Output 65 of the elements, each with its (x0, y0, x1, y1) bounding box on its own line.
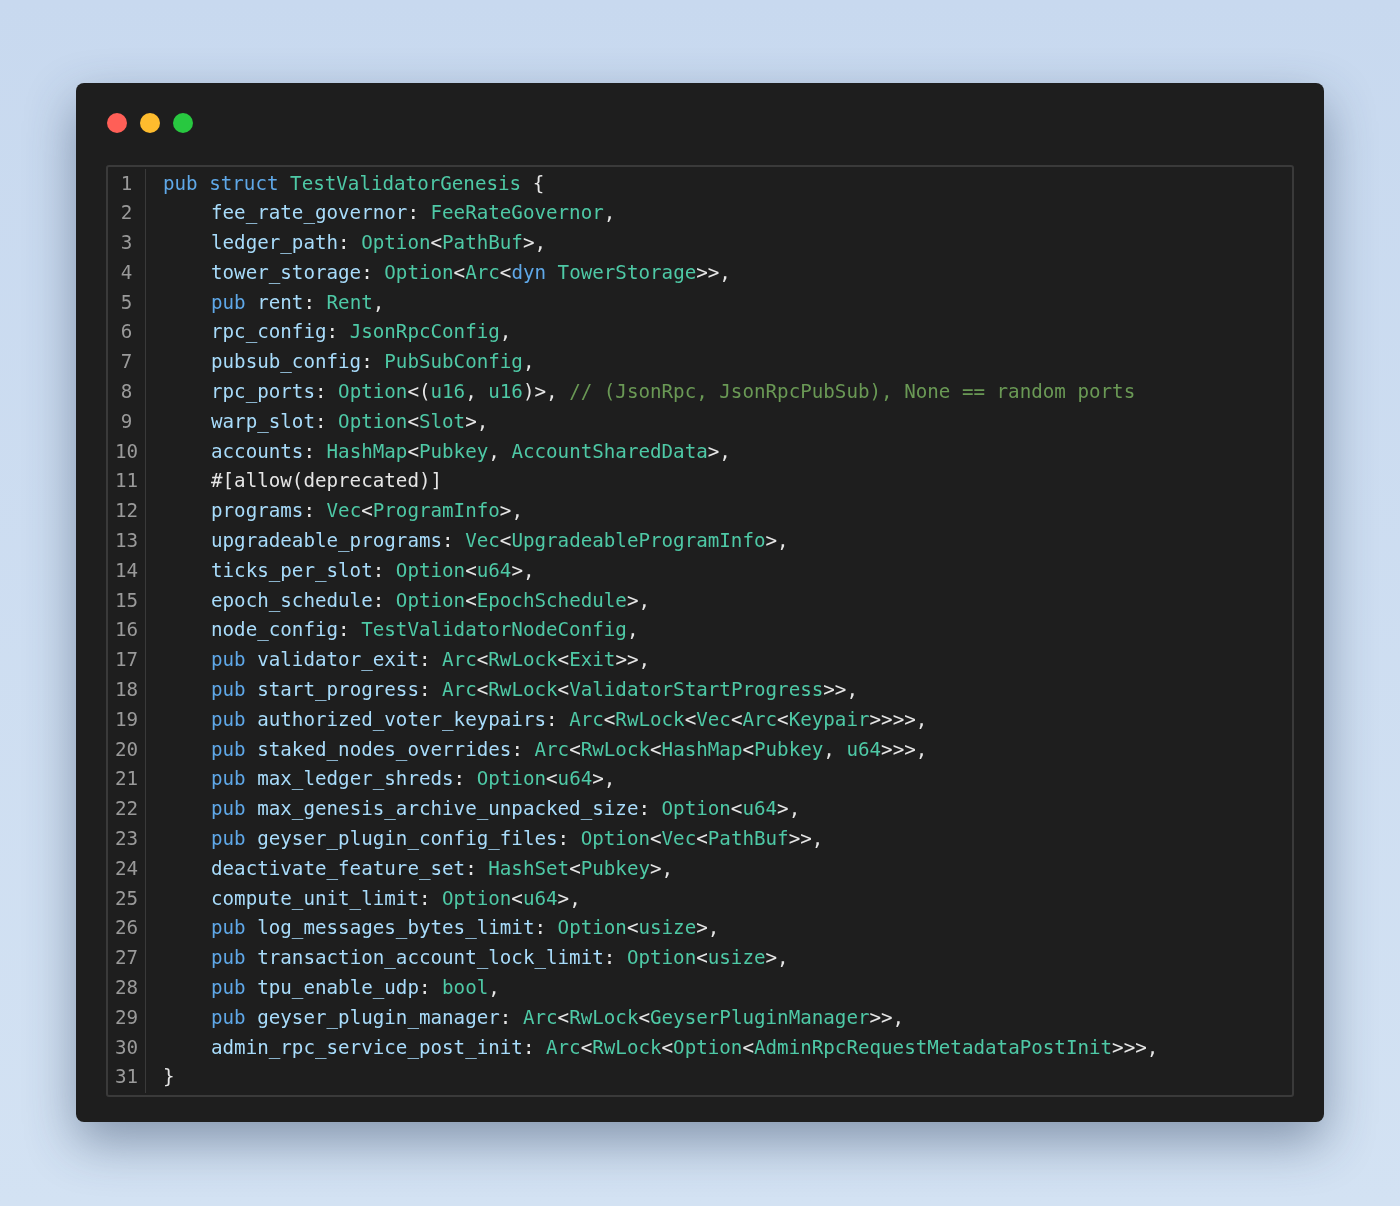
window-control-dot[interactable] (173, 113, 193, 133)
code-line: pub geyser_plugin_manager: Arc<RwLock<GeyserPluginManager>>, (210, 1004, 905, 1031)
code-line: upgradeable_programs: Vec<UpgradeableProgramInfo>, (210, 528, 789, 555)
line-number: 29 (108, 1003, 146, 1034)
code-line: pub tpu_enable_udp: bool, (210, 975, 500, 1001)
code-line: pub max_ledger_shreds: Option<u64>, (210, 766, 616, 793)
code-line: pub transaction_account_lock_limit: Option<usize>, (210, 945, 789, 972)
line-number: 22 (108, 794, 146, 825)
line-number: 12 (108, 496, 146, 527)
line-number: 24 (108, 854, 146, 885)
code-line: accounts: HashMap<Pubkey, AccountSharedData>, (210, 438, 731, 465)
line-number: 8 (108, 377, 146, 408)
line-number: 31 (108, 1062, 146, 1093)
code-line: } (162, 1064, 175, 1091)
line-number: 20 (108, 735, 146, 765)
code-line: rpc_config: JsonRpcConfig, (210, 319, 512, 346)
window-control-dot[interactable] (140, 113, 160, 133)
line-number: 26 (108, 913, 146, 944)
code-line: pub max_genesis_archive_unpacked_size: Option<u64>, (210, 796, 801, 823)
line-number: 13 (108, 526, 146, 557)
line-number: 5 (108, 288, 146, 318)
code-line: pubsub_config: PubSubConfig, (210, 349, 535, 376)
code-line: node_config: TestValidatorNodeConfig, (210, 617, 639, 644)
code-line: pub geyser_plugin_config_files: Option<Vec<PathBuf>>, (210, 826, 824, 853)
code-line: pub struct TestValidatorGenesis { (162, 170, 545, 197)
line-number: 3 (108, 228, 146, 259)
code-line: pub authorized_voter_keypairs: Arc<RwLock<Vec<Arc<Keypair>>>>, (210, 706, 928, 733)
code-line: deactivate_feature_set: HashSet<Pubkey>, (210, 855, 674, 882)
line-number: 25 (108, 884, 146, 914)
code-line: ledger_path: Option<PathBuf>, (210, 230, 547, 257)
line-number: 15 (108, 586, 146, 616)
code-line: tower_storage: Option<Arc<dyn TowerStorage>>, (210, 259, 731, 286)
code-line: programs: Vec<ProgramInfo>, (210, 498, 523, 525)
code-line: ticks_per_slot: Option<u64>, (210, 557, 535, 584)
code-line: #[allow(deprecated)] (210, 468, 443, 495)
code-line: pub staked_nodes_overrides: Arc<RwLock<HashMap<Pubkey, u64>>>, (210, 736, 928, 763)
code-line: fee_rate_governor: FeeRateGovernor, (210, 200, 616, 227)
code-line: epoch_schedule: Option<EpochSchedule>, (210, 587, 650, 614)
code-line: pub validator_exit: Arc<RwLock<Exit>>, (210, 647, 651, 674)
code-line: pub start_progress: Arc<RwLock<ValidatorStartProgress>>, (210, 677, 858, 704)
line-number: 11 (108, 466, 146, 497)
line-number: 10 (108, 437, 146, 467)
line-number: 1 (108, 169, 146, 199)
line-number: 6 (108, 318, 146, 348)
line-number: 17 (108, 645, 146, 676)
line-number: 2 (108, 198, 146, 229)
line-number: 9 (108, 407, 146, 438)
code-line: admin_rpc_service_post_init: Arc<RwLock<Option<AdminRpcRequestMetadataPostInit>>>, (210, 1034, 1159, 1061)
line-number: 7 (108, 347, 146, 378)
line-number: 28 (108, 973, 146, 1004)
line-number: 4 (108, 258, 146, 289)
line-number: 30 (108, 1033, 146, 1063)
line-number: 27 (108, 943, 146, 974)
code-line: compute_unit_limit: Option<u64>, (210, 885, 581, 912)
line-number: 18 (108, 675, 146, 706)
code-line: warp_slot: Option<Slot>, (210, 408, 489, 435)
line-number: 16 (108, 615, 146, 646)
line-number: 14 (108, 556, 146, 587)
code-line: pub rent: Rent, (210, 289, 385, 316)
code-line: pub log_messages_bytes_limit: Option<usize>, (210, 915, 720, 942)
window-control-dot[interactable] (107, 113, 127, 133)
line-number: 23 (108, 824, 146, 855)
line-number: 21 (108, 764, 146, 795)
code-line: rpc_ports: Option<(u16, u16)>, // (JsonRpc, JsonRpcPubSub), None == random ports (210, 379, 1136, 406)
line-number: 19 (108, 705, 146, 736)
